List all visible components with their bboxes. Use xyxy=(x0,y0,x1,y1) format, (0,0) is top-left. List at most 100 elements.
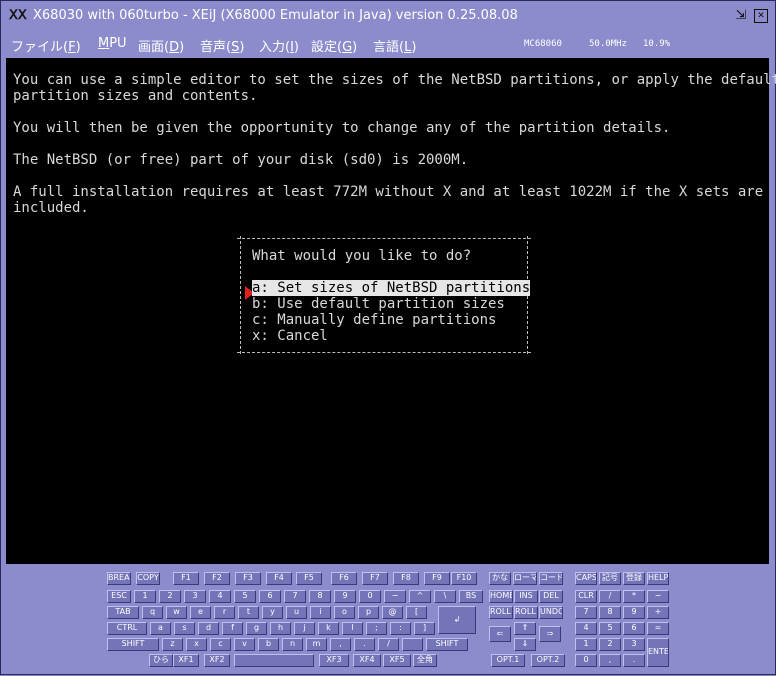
key-w[interactable]: w xyxy=(166,606,187,619)
key-n[interactable]: n xyxy=(282,638,303,651)
key-opt.2[interactable]: OPT.2 xyxy=(531,654,565,667)
dialog-option-c[interactable]: c: Manually define partitions xyxy=(252,312,496,328)
key-r[interactable]: r xyxy=(214,606,235,619)
key-u[interactable]: u xyxy=(286,606,307,619)
key-j[interactable]: j xyxy=(294,622,315,635)
key-4[interactable]: 4 xyxy=(209,590,231,603)
key-6[interactable]: 6 xyxy=(623,622,645,635)
key-2[interactable]: 2 xyxy=(599,638,621,651)
close-icon[interactable]: ✕ xyxy=(754,9,768,23)
key-space[interactable] xyxy=(234,654,314,667)
key-opt.1[interactable]: OPT.1 xyxy=(491,654,525,667)
key-かな[interactable]: かな xyxy=(489,572,511,585)
key-;[interactable]: ; xyxy=(366,622,387,635)
key-f1[interactable]: F1 xyxy=(173,572,199,585)
key-7[interactable]: 7 xyxy=(284,590,306,603)
key-2[interactable]: 2 xyxy=(159,590,181,603)
key-5[interactable]: 5 xyxy=(599,622,621,635)
key-v[interactable]: v xyxy=(234,638,255,651)
key-,[interactable]: , xyxy=(330,638,351,651)
key-+[interactable]: + xyxy=(647,606,669,619)
key-3[interactable]: 3 xyxy=(623,638,645,651)
key-ctrl[interactable]: CTRL xyxy=(107,622,147,635)
key-break[interactable]: BREAK xyxy=(107,572,131,585)
menu-mpu[interactable]: MPU xyxy=(98,36,127,51)
emulator-screen[interactable]: You can use a simple editor to set the s… xyxy=(6,58,776,564)
key-roll-down[interactable]: ROLL DOWN xyxy=(514,606,538,619)
key-k[interactable]: k xyxy=(318,622,339,635)
key-/[interactable]: / xyxy=(599,590,621,603)
key-=[interactable]: = xyxy=(647,622,669,635)
key-i[interactable]: i xyxy=(310,606,331,619)
key-ひら[interactable]: ひら xyxy=(149,654,173,667)
menu-sound[interactable]: 音声(S) xyxy=(200,36,244,55)
key-f3[interactable]: F3 xyxy=(235,572,261,585)
key-8[interactable]: 8 xyxy=(599,606,621,619)
key-e[interactable]: e xyxy=(190,606,211,619)
key-[[interactable]: [ xyxy=(406,606,427,619)
key-f4[interactable]: F4 xyxy=(266,572,292,585)
key-⇐[interactable]: ⇐ xyxy=(489,626,511,642)
key-p[interactable]: p xyxy=(358,606,379,619)
key-4[interactable]: 4 xyxy=(575,622,597,635)
key-9[interactable]: 9 xyxy=(334,590,356,603)
key-@[interactable]: @ xyxy=(382,606,403,619)
key-g[interactable]: g xyxy=(246,622,267,635)
key-登録[interactable]: 登録 xyxy=(623,572,645,585)
key-ins[interactable]: INS xyxy=(514,590,538,603)
key-l[interactable]: l xyxy=(342,622,363,635)
key-9[interactable]: 9 xyxy=(623,606,645,619)
key-a[interactable]: a xyxy=(150,622,171,635)
key-m[interactable]: m xyxy=(306,638,327,651)
key-1[interactable]: 1 xyxy=(134,590,156,603)
key-s[interactable]: s xyxy=(174,622,195,635)
key-ローマ[interactable]: ローマ xyxy=(513,572,537,585)
key-コード[interactable]: コード xyxy=(539,572,563,585)
key-home[interactable]: HOME xyxy=(489,590,513,603)
dialog-option-b[interactable]: b: Use default partition sizes xyxy=(252,296,505,312)
key-help[interactable]: HELP xyxy=(647,572,669,585)
key-xf5[interactable]: XF5 xyxy=(383,654,411,667)
restore-icon[interactable]: ⇲ xyxy=(733,8,749,24)
key-8[interactable]: 8 xyxy=(309,590,331,603)
key-caps[interactable]: CAPS xyxy=(575,572,597,585)
key-esc[interactable]: ESC xyxy=(107,590,131,603)
menu-settings[interactable]: 設定(G) xyxy=(311,36,357,55)
key-3[interactable]: 3 xyxy=(184,590,206,603)
key-clr[interactable]: CLR xyxy=(575,590,597,603)
key-][interactable]: ] xyxy=(414,622,435,635)
key-xf2[interactable]: XF2 xyxy=(204,654,230,667)
key-\[interactable]: \ xyxy=(434,590,456,603)
key-f7[interactable]: F7 xyxy=(362,572,388,585)
key-t[interactable]: t xyxy=(238,606,259,619)
key-xf1[interactable]: XF1 xyxy=(173,654,199,667)
key-x[interactable]: x xyxy=(186,638,207,651)
key-/[interactable]: / xyxy=(378,638,399,651)
key-del[interactable]: DEL xyxy=(539,590,563,603)
key-1[interactable]: 1 xyxy=(575,638,597,651)
key-5[interactable]: 5 xyxy=(234,590,256,603)
key-enter[interactable]: ENTER xyxy=(647,638,669,667)
key-roll-up[interactable]: ROLL UP xyxy=(489,606,513,619)
key-f9[interactable]: F9 xyxy=(424,572,450,585)
key-copy[interactable]: COPY xyxy=(136,572,160,585)
title-bar[interactable]: ⅩⅩ X68030 with 060turbo - XEiJ (X68000 E… xyxy=(3,4,773,28)
key-f[interactable]: f xyxy=(222,622,243,635)
key-shift[interactable]: SHIFT xyxy=(426,638,468,651)
menu-input[interactable]: 入力(I) xyxy=(259,36,299,55)
key-f5[interactable]: F5 xyxy=(296,572,322,585)
key-−[interactable]: − xyxy=(384,590,406,603)
dialog-option-x[interactable]: x: Cancel xyxy=(252,328,328,344)
key-:[interactable]: : xyxy=(390,622,411,635)
key-tab[interactable]: TAB xyxy=(107,606,139,619)
key-全角[interactable]: 全角 xyxy=(413,654,437,667)
key-d[interactable]: d xyxy=(198,622,219,635)
key-⇓[interactable]: ⇓ xyxy=(514,638,536,651)
key-b[interactable]: b xyxy=(258,638,279,651)
key-.[interactable]: . xyxy=(623,654,645,667)
key-f2[interactable]: F2 xyxy=(204,572,230,585)
key-⇑[interactable]: ⇑ xyxy=(514,622,536,635)
key-f8[interactable]: F8 xyxy=(393,572,419,585)
key-shift[interactable]: SHIFT xyxy=(107,638,159,651)
key-xf3[interactable]: XF3 xyxy=(319,654,349,667)
